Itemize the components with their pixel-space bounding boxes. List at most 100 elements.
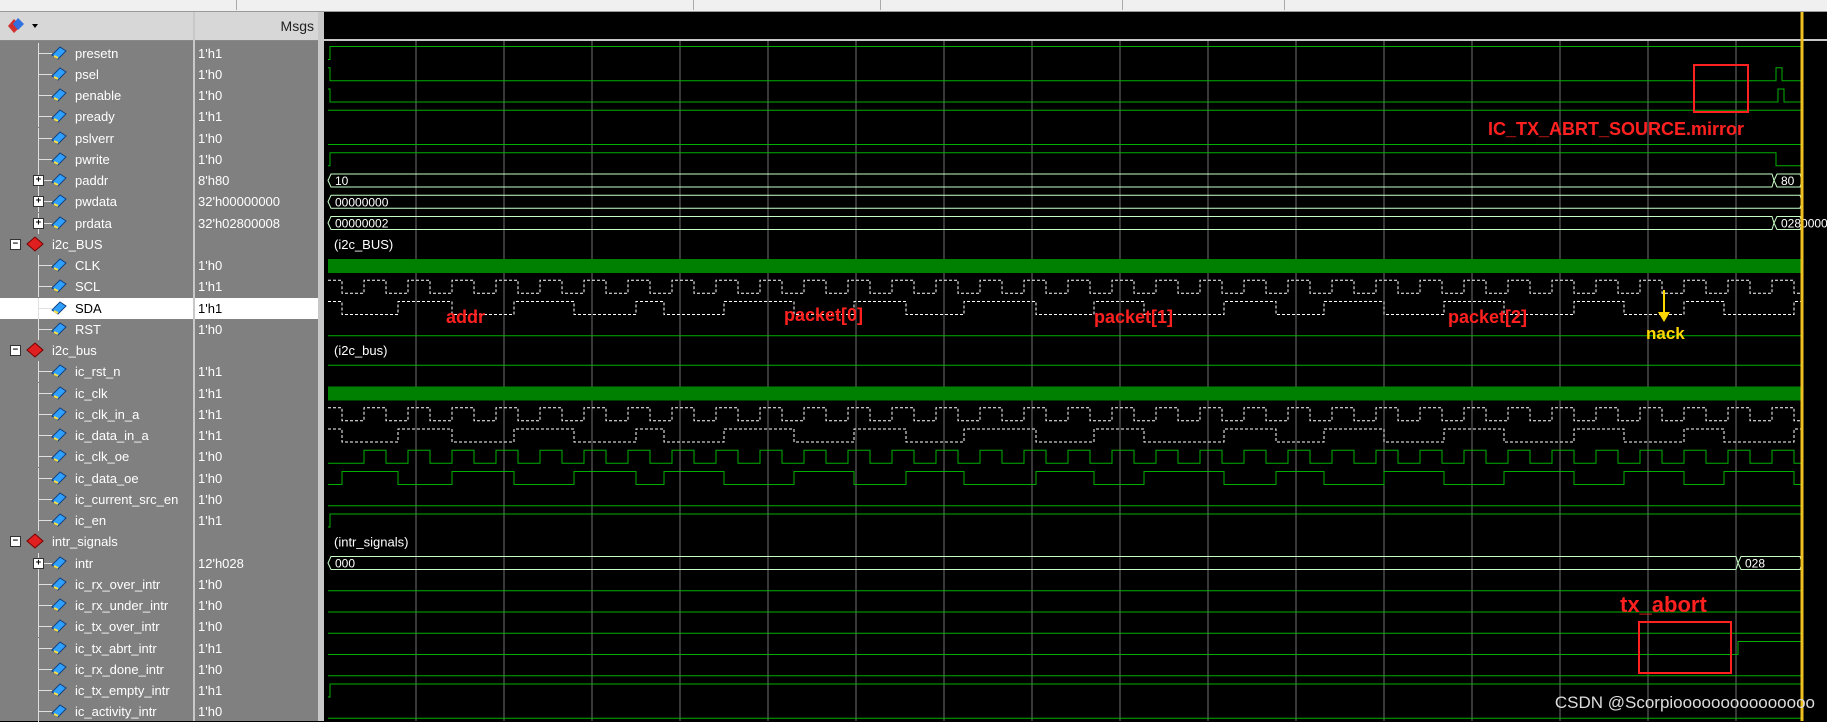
signal-icon — [51, 513, 67, 527]
signal-row-pready[interactable]: pready — [0, 106, 193, 128]
expand-icon[interactable]: + — [33, 217, 44, 229]
signal-name-label: ic_clk_in_a — [75, 406, 140, 422]
signal-row-ic-rx-under-intr[interactable]: ic_rx_under_intr — [0, 595, 193, 616]
signal-row-intr-signals[interactable]: − intr_signals — [0, 531, 193, 552]
signal-value-row[interactable]: 1'h1 — [195, 510, 318, 531]
signal-row-i2c-bus[interactable]: − i2c_BUS — [0, 234, 193, 255]
signal-row-ic-activity-intr[interactable]: ic_activity_intr — [0, 701, 193, 722]
signal-value-row[interactable]: 1'h1 — [195, 276, 318, 297]
toolbar-segment — [1124, 0, 1285, 10]
collapse-icon[interactable]: − — [10, 345, 21, 356]
signal-row-sda[interactable]: SDA — [0, 297, 193, 319]
signal-value-row[interactable]: 1'h0 — [195, 128, 318, 149]
signal-name-panel[interactable]: presetn psel penable pready pslverr pwrite + pa… — [0, 41, 193, 722]
signal-row-penable[interactable]: penable — [0, 85, 193, 106]
signal-name-header[interactable] — [0, 12, 193, 41]
signal-value-row[interactable]: 1'h1 — [195, 43, 318, 64]
expand-icon[interactable]: + — [33, 196, 44, 208]
signal-icon — [51, 364, 67, 378]
annotation-packet-1: packet[1] — [1094, 307, 1173, 327]
signal-trace — [328, 88, 1802, 103]
signal-value-row[interactable]: 1'h1 — [195, 361, 318, 382]
signal-value-row[interactable]: 1'h1 — [195, 425, 318, 446]
signal-icon — [51, 385, 67, 400]
waveform-canvas[interactable]: 10 80 00000000 00000002 02800008 (i2c_BUS) (i2… — [324, 12, 1827, 721]
signal-value-row[interactable] — [195, 340, 318, 361]
toolbar-segment — [0, 0, 237, 10]
signal-row-ic-tx-abrt-intr[interactable]: ic_tx_abrt_intr — [0, 637, 193, 659]
signal-row-ic-rst-n[interactable]: ic_rst_n — [0, 361, 193, 383]
signal-value-row[interactable]: 1'h0 — [195, 468, 318, 489]
signal-row-ic-data-oe[interactable]: ic_data_oe — [0, 467, 193, 489]
bus-segment — [327, 216, 1775, 230]
signal-row-psel[interactable]: psel — [0, 63, 193, 85]
signal-value-row[interactable]: 32'h02800008 — [195, 213, 318, 234]
signal-row-ic-clk-in-a[interactable]: ic_clk_in_a — [0, 403, 193, 425]
signal-value-label: 1'h0 — [198, 704, 223, 720]
signal-value-row[interactable]: 1'h0 — [195, 446, 318, 467]
wave-palette-icon[interactable] — [4, 14, 44, 38]
signal-row-intr[interactable]: + intr — [0, 552, 193, 574]
signal-row-pwdata[interactable]: + pwdata — [0, 191, 193, 213]
signal-icon — [51, 258, 67, 272]
signal-value-row[interactable]: 8'h80 — [195, 170, 318, 191]
signal-row-pslverr[interactable]: pslverr — [0, 127, 193, 149]
signal-value-row[interactable]: 1'h0 — [195, 149, 318, 170]
signal-value-row[interactable]: 1'h0 — [195, 255, 318, 276]
signal-value-row[interactable]: 1'h0 — [195, 319, 318, 340]
signal-row-ic-clk[interactable]: ic_clk — [0, 382, 193, 404]
signal-value-row[interactable]: 1'h1 — [195, 106, 318, 127]
signal-row-clk[interactable]: CLK — [0, 255, 193, 276]
expand-icon[interactable]: + — [33, 557, 44, 569]
group-label: (i2c_bus) — [334, 343, 387, 358]
signal-name-label: ic_tx_over_intr — [75, 619, 160, 635]
signal-row-pwrite[interactable]: pwrite — [0, 148, 193, 170]
signal-row-presetn[interactable]: presetn — [0, 42, 193, 64]
signal-row-prdata[interactable]: + prdata — [0, 212, 193, 234]
signal-icon — [51, 577, 67, 591]
signal-value-label: 1'h0 — [198, 576, 223, 592]
signal-row-ic-rx-done-intr[interactable]: ic_rx_done_intr — [0, 658, 193, 680]
signal-row-scl[interactable]: SCL — [0, 276, 193, 298]
signal-value-row[interactable]: 12'h028 — [195, 553, 318, 574]
signal-row-ic-tx-empty-intr[interactable]: ic_tx_empty_intr — [0, 680, 193, 701]
signal-value-row[interactable]: 1'h0 — [195, 85, 318, 106]
signal-name-label: ic_tx_abrt_intr — [75, 640, 157, 656]
signal-value-row[interactable]: 1'h0 — [195, 489, 318, 510]
collapse-icon[interactable]: − — [10, 238, 21, 250]
signal-value-row[interactable]: 1'h1 — [195, 638, 318, 659]
signal-value-row[interactable] — [195, 234, 318, 255]
signal-value-row[interactable]: 1'h0 — [195, 574, 318, 595]
signal-value-label: 1'h0 — [198, 598, 223, 613]
signal-value-row[interactable]: 1'h1 — [195, 404, 318, 425]
signal-value-panel[interactable]: 1'h1 1'h0 1'h0 1'h1 1'h0 1'h0 8'h80 32'h0000000… — [195, 41, 318, 721]
signal-value-row[interactable]: 1'h0 — [195, 616, 318, 637]
expand-icon[interactable]: + — [33, 175, 44, 186]
signal-row-i2c-bus[interactable]: − i2c_bus — [0, 340, 193, 361]
signal-value-label: 32'h02800008 — [198, 215, 281, 231]
signal-row-ic-en[interactable]: ic_en — [0, 510, 193, 531]
signal-row-paddr[interactable]: + paddr — [0, 170, 193, 191]
signal-value-row[interactable]: 1'h0 — [195, 659, 318, 680]
signal-row-ic-rx-over-intr[interactable]: ic_rx_over_intr — [0, 573, 193, 595]
signal-value-row[interactable]: 1'h0 — [195, 64, 318, 85]
signal-value-label: 1'h1 — [198, 300, 223, 316]
signal-value-row[interactable]: 1'h1 — [195, 680, 318, 701]
signal-icon — [51, 88, 67, 102]
signal-value-row[interactable]: 1'h1 — [195, 297, 318, 319]
signal-icon — [51, 492, 67, 506]
signal-row-rst[interactable]: RST — [0, 318, 193, 340]
signal-row-ic-clk-oe[interactable]: ic_clk_oe — [0, 446, 193, 468]
signal-value-row[interactable]: 32'h00000000 — [195, 191, 318, 212]
signal-value-row[interactable]: 1'h0 — [195, 701, 318, 722]
signal-value-row[interactable]: 1'h1 — [195, 383, 318, 404]
signal-row-ic-current-src-en[interactable]: ic_current_src_en — [0, 488, 193, 510]
signal-value-row[interactable] — [195, 531, 318, 552]
signal-row-ic-tx-over-intr[interactable]: ic_tx_over_intr — [0, 616, 193, 638]
signal-row-ic-data-in-a[interactable]: ic_data_in_a — [0, 425, 193, 446]
timeline-border — [324, 39, 1827, 41]
signal-value-row[interactable]: 1'h0 — [195, 595, 318, 616]
collapse-icon[interactable]: − — [10, 536, 21, 548]
annotation-nack: nack — [1646, 324, 1685, 343]
pane-divider[interactable] — [193, 12, 195, 721]
